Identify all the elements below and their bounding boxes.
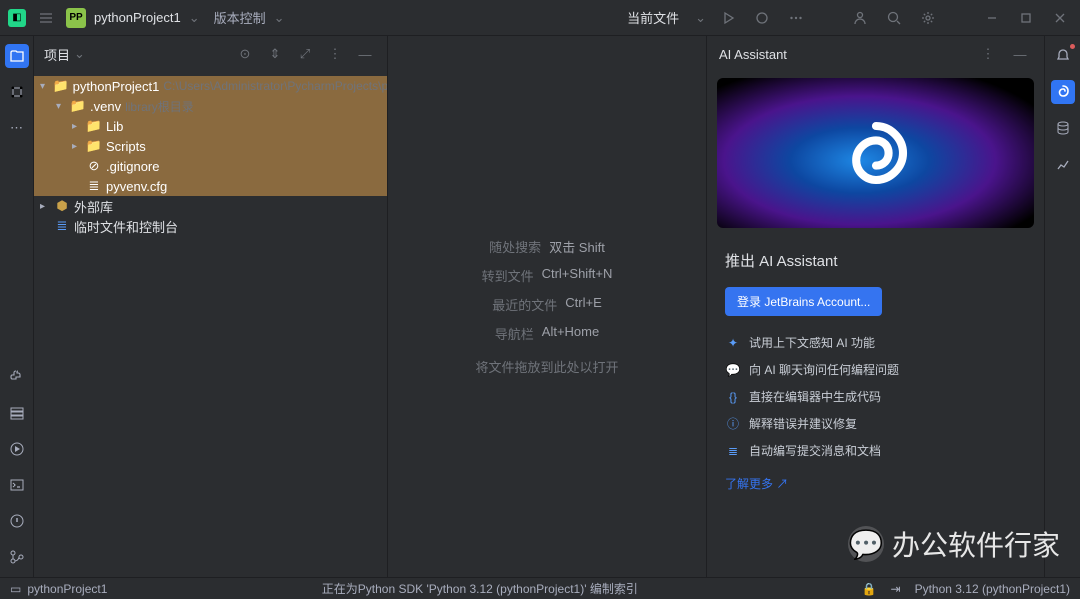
vcs-tool-icon[interactable] <box>5 545 29 569</box>
ai-hero-image <box>717 78 1034 228</box>
ai-feature-label: 试用上下文感知 AI 功能 <box>749 334 875 351</box>
titlebar: ◧ PP pythonProject1 ⌄ 版本控制 ⌄ 当前文件 ⌄ <box>0 0 1080 36</box>
hint-key: Alt+Home <box>542 324 599 343</box>
ai-learn-more-link[interactable]: 了解更多 ↗ <box>725 475 1026 492</box>
tree-label: Scripts <box>106 139 146 154</box>
watermark: 💬 办公软件行家 <box>848 524 1060 564</box>
ai-assistant-icon[interactable] <box>1051 80 1075 104</box>
project-tree: ▾📁 pythonProject1 C:\Users\Administrator… <box>34 72 387 240</box>
drop-hint: 将文件拖放到此处以打开 <box>475 357 618 376</box>
app-icon: ◧ <box>8 9 26 27</box>
hide-panel-icon[interactable]: — <box>353 42 377 66</box>
status-interpreter[interactable]: Python 3.12 (pythonProject1) <box>915 582 1070 596</box>
terminal-icon[interactable] <box>5 473 29 497</box>
search-icon[interactable] <box>882 6 906 30</box>
hint-label: 转到文件 <box>482 266 534 285</box>
python-console-icon[interactable] <box>5 365 29 389</box>
notifications-icon[interactable] <box>1051 44 1075 68</box>
database-icon[interactable] <box>1051 116 1075 140</box>
tree-label: pythonProject1 <box>73 79 160 94</box>
status-lock-icon[interactable]: 🔒 <box>862 582 877 596</box>
hint-label: 最近的文件 <box>492 295 557 314</box>
more-icon[interactable] <box>784 6 808 30</box>
info-icon: ⓘ <box>725 416 741 432</box>
status-window-icon[interactable]: ▭ <box>10 582 21 596</box>
tree-root[interactable]: ▾📁 pythonProject1 C:\Users\Administrator… <box>34 76 387 96</box>
hint-key: Ctrl+Shift+N <box>542 266 613 285</box>
more-tools-icon[interactable]: ⋯ <box>5 116 29 140</box>
ai-title: 推出 AI Assistant <box>725 250 1026 271</box>
tree-scratch[interactable]: ≣ 临时文件和控制台 <box>34 216 387 236</box>
tree-pyvenv[interactable]: ≣ pyvenv.cfg <box>34 176 387 196</box>
select-opened-icon[interactable]: ⊙ <box>233 42 257 66</box>
ai-feature-label: 直接在编辑器中生成代码 <box>749 388 881 405</box>
close-icon[interactable] <box>1048 6 1072 30</box>
tree-hint: library根目录 <box>125 98 194 115</box>
services-icon[interactable] <box>5 401 29 425</box>
hint-key: Ctrl+E <box>565 295 601 314</box>
tree-hint: C:\Users\Administrator\PycharmProjects\p… <box>163 79 387 93</box>
chat-icon: 💬 <box>725 362 741 378</box>
wechat-icon: 💬 <box>848 526 884 562</box>
project-badge: PP <box>66 8 86 28</box>
right-tool-rail <box>1044 36 1080 577</box>
ai-feature-label: 解释错误并建议修复 <box>749 415 857 432</box>
current-file-label[interactable]: 当前文件 <box>627 8 679 27</box>
hint-key: 双击 Shift <box>549 237 605 256</box>
tree-scripts[interactable]: ▸📁 Scripts <box>34 136 387 156</box>
tree-external[interactable]: ▸⬢ 外部库 <box>34 196 387 216</box>
tree-label: .venv <box>90 99 121 114</box>
tree-label: 外部库 <box>74 197 113 216</box>
sparkle-icon: ✦ <box>725 335 741 351</box>
hint-label: 导航栏 <box>495 324 534 343</box>
watermark-text: 办公软件行家 <box>892 524 1060 564</box>
main-menu-icon[interactable] <box>34 6 58 30</box>
debug-icon[interactable] <box>750 6 774 30</box>
hint-label: 随处搜索 <box>489 237 541 256</box>
project-name[interactable]: pythonProject1 <box>94 10 181 25</box>
tree-label: .gitignore <box>106 159 159 174</box>
ai-panel: AI Assistant ⋮ — 推出 AI Assistant 登录 JetB… <box>706 36 1044 577</box>
doc-icon: ≣ <box>725 443 741 459</box>
vcs-dropdown[interactable]: 版本控制 <box>214 8 266 27</box>
editor-empty-state: 随处搜索双击 Shift 转到文件 Ctrl+Shift+N 最近的文件 Ctrl+… <box>388 36 706 577</box>
panel-menu-icon[interactable]: ⋮ <box>323 42 347 66</box>
left-tool-rail: ⋯ <box>0 36 34 577</box>
account-icon[interactable] <box>848 6 872 30</box>
ai-swirl-icon <box>831 108 921 198</box>
statusbar: ▭ pythonProject1 正在为Python SDK 'Python 3… <box>0 577 1080 599</box>
problems-icon[interactable] <box>5 509 29 533</box>
ai-feature-label: 向 AI 聊天询问任何编程问题 <box>749 361 899 378</box>
code-icon: {} <box>725 389 741 405</box>
tree-lib[interactable]: ▸📁 Lib <box>34 116 387 136</box>
expand-all-icon[interactable]: ⇕ <box>263 42 287 66</box>
minimize-icon[interactable] <box>980 6 1004 30</box>
ai-login-button[interactable]: 登录 JetBrains Account... <box>725 287 882 316</box>
status-indexing[interactable]: 正在为Python SDK 'Python 3.12 (pythonProjec… <box>322 582 638 596</box>
project-panel: 项目 ⌄ ⊙ ⇕ ⤢ ⋮ — ▾📁 pythonProject1 C:\User… <box>34 36 388 577</box>
tree-venv[interactable]: ▾📁 .venv library根目录 <box>34 96 387 116</box>
run-tool-icon[interactable] <box>5 437 29 461</box>
project-tool-icon[interactable] <box>5 44 29 68</box>
tree-label: Lib <box>106 119 123 134</box>
status-indent-icon[interactable]: ⇥ <box>891 582 901 596</box>
stats-icon[interactable] <box>1051 152 1075 176</box>
hide-ai-panel-icon[interactable]: — <box>1008 42 1032 66</box>
collapse-all-icon[interactable]: ⤢ <box>293 42 317 66</box>
ai-feature-label: 自动编写提交消息和文档 <box>749 442 881 459</box>
tree-label: pyvenv.cfg <box>106 179 167 194</box>
panel-options-icon[interactable]: ⋮ <box>976 42 1000 66</box>
project-panel-title: 项目 <box>44 45 70 64</box>
run-icon[interactable] <box>716 6 740 30</box>
status-project[interactable]: pythonProject1 <box>27 582 107 596</box>
structure-tool-icon[interactable] <box>5 80 29 104</box>
tree-gitignore[interactable]: ⊘ .gitignore <box>34 156 387 176</box>
maximize-icon[interactable] <box>1014 6 1038 30</box>
settings-icon[interactable] <box>916 6 940 30</box>
ai-panel-title: AI Assistant <box>719 47 787 62</box>
tree-label: 临时文件和控制台 <box>74 217 178 236</box>
